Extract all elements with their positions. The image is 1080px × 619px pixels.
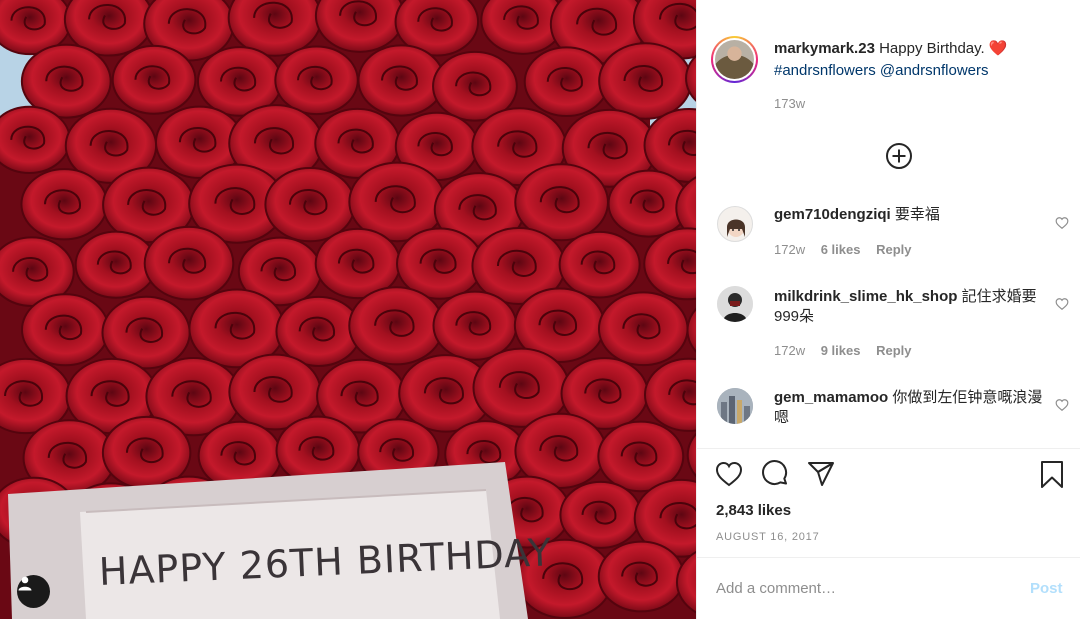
rose (598, 42, 693, 120)
reply-button[interactable]: Reply (876, 343, 911, 358)
heart-icon[interactable] (1055, 216, 1069, 230)
post-comment-button[interactable]: Post (1030, 580, 1063, 597)
post-photo[interactable]: HAPPY 26TH BIRTHDAY (0, 0, 696, 619)
rose (20, 168, 109, 241)
rose (357, 44, 446, 117)
actions-divider (697, 448, 1080, 449)
add-comment-input[interactable]: Add a comment… (716, 580, 836, 597)
plus-circle-icon[interactable] (884, 141, 914, 171)
rose (264, 166, 356, 243)
rose (111, 44, 197, 115)
masked-person-avatar-image (717, 286, 753, 322)
heart-icon[interactable] (1055, 297, 1069, 311)
heart-icon[interactable] (714, 459, 744, 489)
cartoon-avatar-image (727, 219, 745, 237)
comment-text: 要幸福 (894, 206, 940, 223)
comment-meta: 172w 9 likes Reply (774, 343, 924, 358)
author-avatar[interactable] (711, 36, 758, 83)
user-tag-button[interactable] (17, 575, 50, 608)
comment-body: milkdrink_slime_hk_shop 記住求婚要999朵 (774, 287, 1044, 327)
comment-box-divider (697, 557, 1080, 558)
author-username[interactable]: markymark.23 (774, 40, 875, 57)
post-caption: markymark.23 Happy Birthday. ❤️ #andrsnf… (774, 38, 1064, 82)
user-tag-icon (18, 576, 32, 591)
comment-username[interactable]: gem710dengziqi (774, 206, 891, 223)
rose (101, 295, 191, 370)
roses-image (0, 0, 696, 619)
commenter-avatar[interactable] (717, 286, 753, 322)
comment-icon[interactable] (760, 459, 790, 489)
mention-link[interactable]: @andrsnflowers (880, 62, 989, 79)
rose (559, 480, 642, 549)
comment-time: 172w (774, 343, 806, 358)
comment-likes[interactable]: 6 likes (821, 242, 861, 257)
bookmark-icon[interactable] (1037, 459, 1067, 489)
comment-likes[interactable]: 9 likes (821, 343, 861, 358)
reply-button[interactable]: Reply (876, 242, 911, 257)
comment-username[interactable]: milkdrink_slime_hk_shop (774, 288, 957, 305)
commenter-avatar[interactable] (717, 206, 753, 242)
rose (432, 290, 518, 361)
heart-emoji: ❤️ (988, 40, 1008, 57)
comment-body: gem710dengziqi 要幸福 (774, 205, 1044, 225)
action-bar (697, 459, 1080, 499)
hashtag-link[interactable]: #andrsnflowers (774, 62, 876, 79)
comment-body: gem_mamamoo 你做到左佢钟意嘅浪漫 嗯 (774, 388, 1044, 428)
comment-meta: 172w 6 likes Reply (774, 242, 924, 257)
heart-icon[interactable] (1055, 398, 1069, 412)
rose (558, 230, 641, 299)
commenter-avatar[interactable] (717, 388, 753, 424)
rose (274, 45, 359, 116)
comment-time: 172w (774, 242, 806, 257)
city-avatar-image (717, 388, 753, 424)
comment-username[interactable]: gem_mamamoo (774, 389, 888, 406)
share-icon[interactable] (806, 459, 836, 489)
rose (523, 46, 610, 118)
rose (597, 291, 689, 367)
rose (20, 293, 110, 367)
rose (597, 540, 685, 613)
rose (143, 225, 235, 301)
post-date: AUGUST 16, 2017 (716, 531, 820, 543)
caption-text: Happy Birthday. (879, 40, 985, 57)
post-time-ago: 173w (774, 96, 806, 111)
rose (348, 286, 445, 366)
likes-count[interactable]: 2,843 likes (716, 502, 791, 519)
post-side-panel: markymark.23 Happy Birthday. ❤️ #andrsnf… (696, 0, 1080, 619)
